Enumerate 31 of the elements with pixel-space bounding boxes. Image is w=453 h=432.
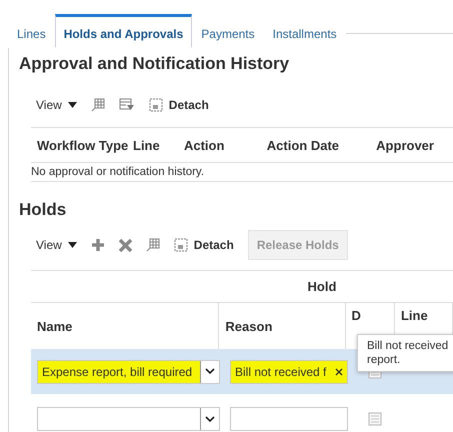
detach-icon	[174, 238, 188, 252]
view-menu[interactable]: View	[36, 238, 77, 252]
detach-button[interactable]: Detach	[148, 98, 209, 112]
section-title: Approval and Notification History	[19, 54, 290, 74]
clear-icon[interactable]	[335, 368, 343, 376]
view-menu[interactable]: View	[36, 98, 77, 112]
caret-icon	[68, 102, 77, 108]
reason-field[interactable]	[230, 407, 348, 431]
empty-message: No approval or notification history.	[31, 163, 453, 182]
export-icon[interactable]	[90, 98, 105, 112]
column-header: Action Date	[266, 138, 340, 152]
column-header: Workflow Type	[36, 138, 127, 152]
filter-icon[interactable]	[118, 98, 135, 111]
section-title: Holds	[19, 200, 68, 220]
group-header: Hold	[31, 270, 453, 303]
note-icon[interactable]	[368, 412, 382, 426]
detach-icon	[148, 98, 163, 112]
chevron-down-icon[interactable]	[205, 368, 215, 375]
column-header: Action	[182, 138, 226, 152]
add-icon[interactable]	[90, 238, 105, 252]
reason-field[interactable]: Bill not received f	[230, 360, 348, 384]
column-header: Line	[132, 138, 161, 152]
name-select[interactable]: Expense report, bill required	[37, 360, 220, 384]
detach-button[interactable]: Detach	[174, 238, 234, 252]
column-header: Approver	[375, 138, 435, 152]
tooltip: Bill not received report.	[357, 334, 453, 372]
export-icon[interactable]	[146, 238, 160, 252]
tab[interactable]: Holds and Approvals	[54, 14, 192, 48]
caret-icon	[68, 242, 77, 248]
delete-icon[interactable]	[118, 238, 132, 252]
chevron-down-icon[interactable]	[205, 416, 215, 422]
